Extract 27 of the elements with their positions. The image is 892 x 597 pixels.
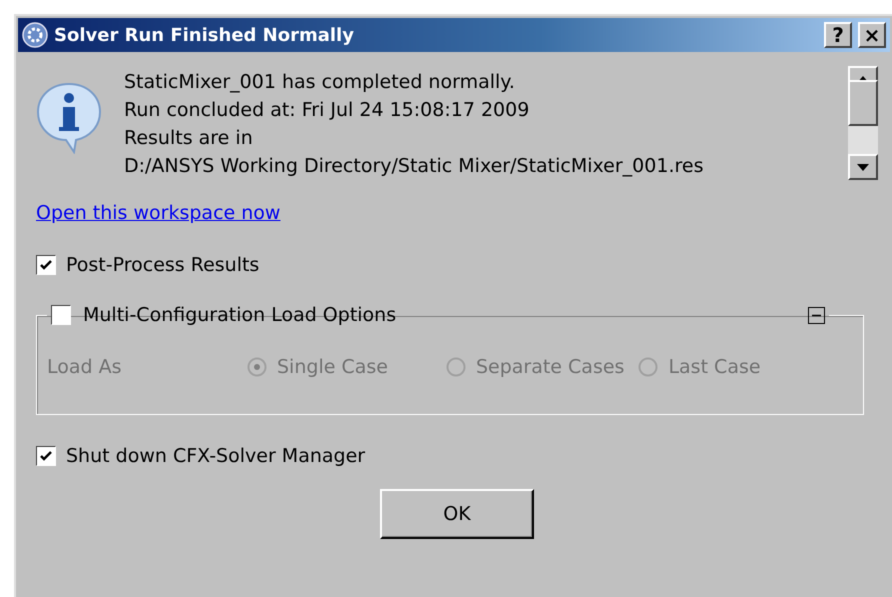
check-icon <box>39 449 53 463</box>
close-button[interactable]: × <box>858 22 886 48</box>
collapse-icon[interactable] <box>808 306 826 324</box>
checkbox-label: Shut down CFX-Solver Manager <box>66 445 366 467</box>
info-icon <box>36 82 102 154</box>
scroll-thumb[interactable] <box>848 80 878 126</box>
group-title: Multi-Configuration Load Options <box>83 304 396 326</box>
ok-button[interactable]: OK <box>380 489 534 539</box>
gear-icon <box>22 22 48 48</box>
help-button[interactable]: ? <box>824 22 852 48</box>
load-as-label: Load As <box>47 356 123 378</box>
checkbox[interactable] <box>36 446 56 466</box>
workspace-link[interactable]: Open this workspace now <box>36 202 280 224</box>
message-line: D:/ANSYS Working Directory/Static Mixer/StaticMixer_001.res <box>124 154 704 179</box>
message-line: Run concluded at: Fri Jul 24 15:08:17 2009 <box>124 98 530 123</box>
radio-label: Separate Cases <box>476 356 624 378</box>
check-icon <box>39 258 53 272</box>
down-arrow-icon <box>857 164 869 170</box>
message-line: StaticMixer_001 has completed normally. <box>124 70 516 95</box>
checkbox[interactable] <box>51 305 71 325</box>
radio-label: Single Case <box>277 356 388 378</box>
window-title: Solver Run Finished Normally <box>54 24 355 46</box>
radio-label: Last Case <box>668 356 761 378</box>
scrollbar[interactable] <box>848 66 878 180</box>
checkbox-label: Post-Process Results <box>66 254 260 276</box>
message-line: Results are in <box>124 126 254 151</box>
checkbox[interactable] <box>36 255 56 275</box>
